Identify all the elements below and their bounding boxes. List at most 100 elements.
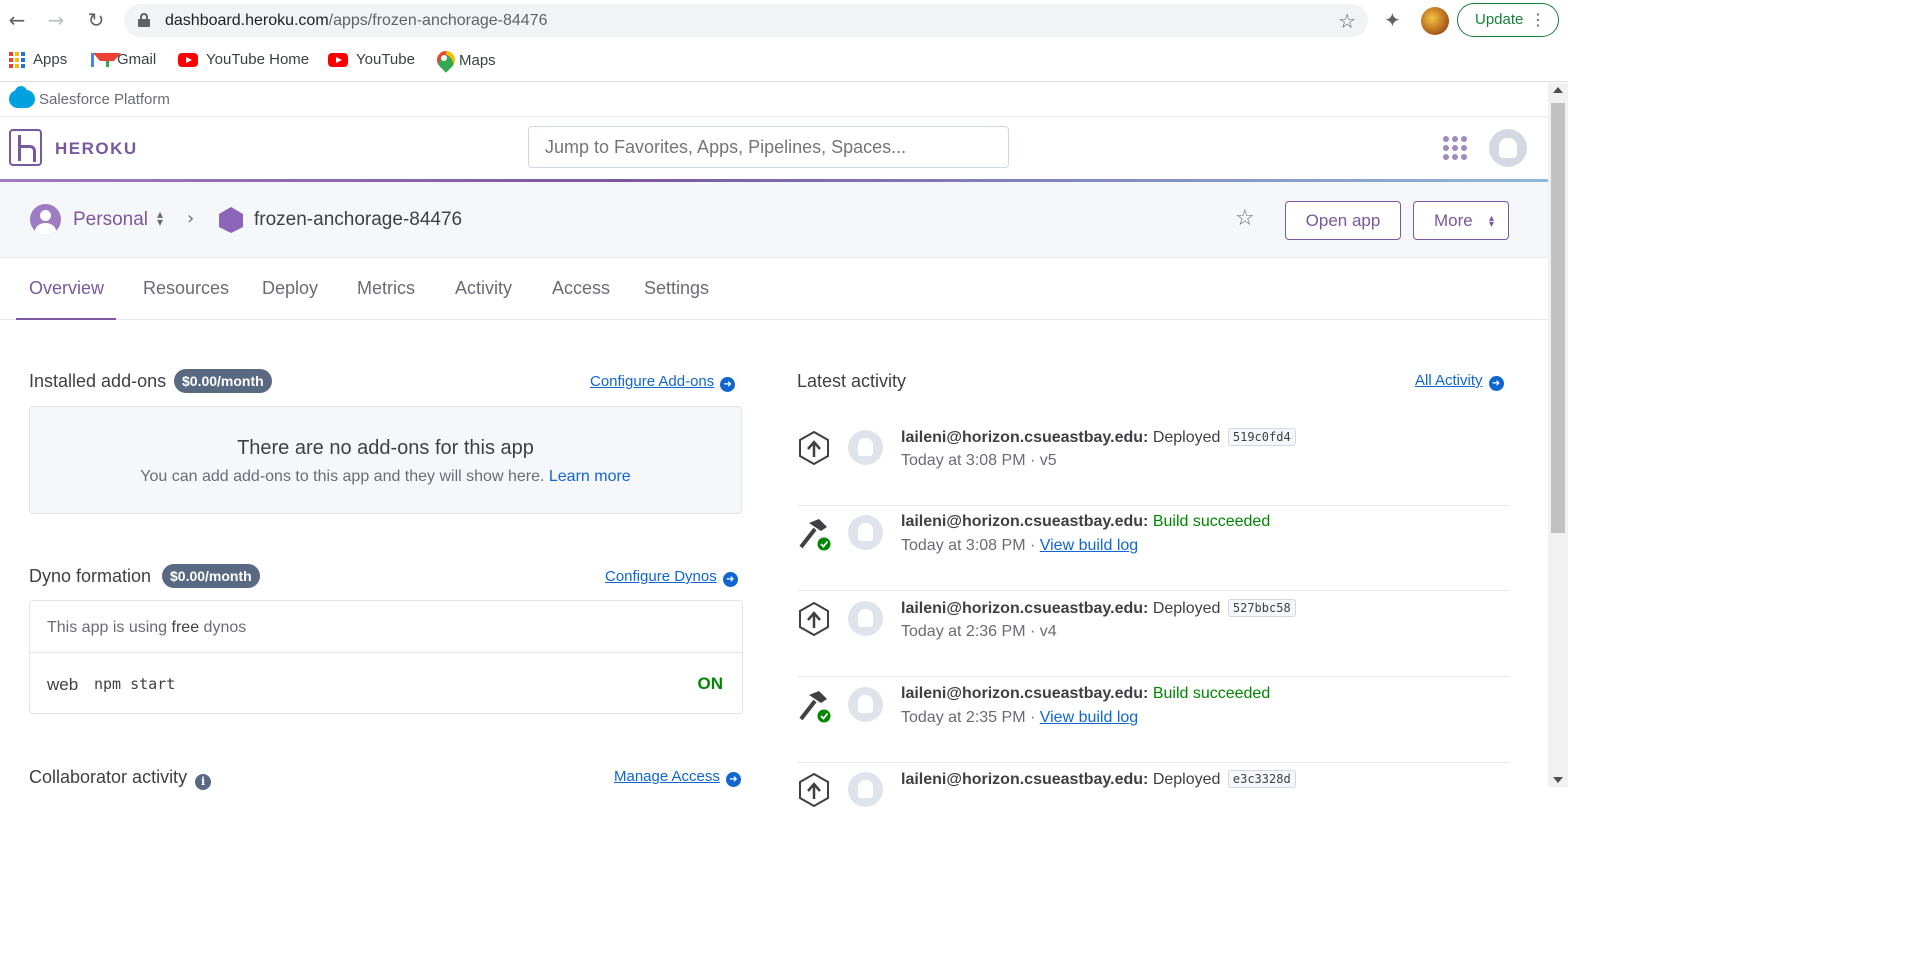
- menu-dots-icon[interactable]: ⋮: [1530, 4, 1546, 36]
- app-switcher-icon[interactable]: [1443, 136, 1467, 160]
- scroll-down-icon[interactable]: [1553, 777, 1563, 783]
- activity-user: laileni@horizon.csueastbay.edu:: [901, 429, 1149, 446]
- url-text[interactable]: dashboard.heroku.com/apps/frozen-anchora…: [165, 12, 547, 30]
- free-dynos-note: This app is using free dynos: [47, 619, 246, 637]
- reload-icon[interactable]: ↻: [84, 8, 108, 32]
- chevron-updown-icon: ▴ ▾: [1488, 213, 1494, 230]
- free-prefix: This app is using: [47, 619, 168, 636]
- salesforce-label[interactable]: Salesforce Platform: [39, 91, 170, 108]
- addons-empty-text: You can add add-ons to this app and they…: [30, 468, 741, 486]
- addons-empty-heading: There are no add-ons for this app: [237, 437, 534, 459]
- commit-hash[interactable]: 527bbc58: [1227, 599, 1296, 617]
- all-activity-link[interactable]: All Activity ➜: [1415, 372, 1504, 391]
- page-scrollbar[interactable]: [1548, 83, 1568, 787]
- build-icon: [799, 691, 831, 723]
- chevron-updown-icon[interactable]: ▴ ▾: [157, 208, 163, 228]
- bookmark-label: Apps: [33, 51, 68, 68]
- dynos-title: Dyno formation: [29, 566, 152, 586]
- global-search-input[interactable]: [528, 126, 1009, 168]
- personal-account-icon: [30, 204, 61, 235]
- bookmark-apps[interactable]: Apps: [9, 51, 67, 68]
- activity-user: laileni@horizon.csueastbay.edu:: [901, 771, 1149, 788]
- manage-access-link[interactable]: Manage Access ➜: [614, 768, 741, 787]
- activity-user: laileni@horizon.csueastbay.edu:: [901, 513, 1149, 530]
- update-button[interactable]: Update ⋮: [1457, 3, 1559, 37]
- scroll-thumb[interactable]: [1551, 103, 1565, 533]
- activity-user: laileni@horizon.csueastbay.edu:: [901, 685, 1149, 702]
- tab-overview[interactable]: Overview: [29, 278, 104, 299]
- extensions-icon[interactable]: ✦: [1384, 8, 1401, 32]
- scroll-up-icon[interactable]: [1553, 87, 1563, 93]
- activity-time-row: Today at 2:35 PM · View build log: [901, 709, 1138, 727]
- configure-addons-link[interactable]: Configure Add-ons ➜: [590, 373, 736, 392]
- divider: [30, 652, 742, 653]
- tab-settings[interactable]: Settings: [644, 278, 709, 299]
- build-icon: [799, 519, 831, 551]
- dyno-formation-panel: This app is using free dynos web npm sta…: [29, 600, 743, 714]
- bookmark-maps[interactable]: Maps: [437, 51, 496, 69]
- heroku-header: HEROKU: [0, 117, 1548, 182]
- address-bar[interactable]: dashboard.heroku.com/apps/frozen-anchora…: [124, 4, 1368, 37]
- bookmark-label: YouTube Home: [206, 51, 310, 68]
- activity-item: laileni@horizon.csueastbay.edu: Deployed…: [797, 591, 1509, 677]
- configure-dynos-label: Configure Dynos: [605, 568, 717, 585]
- activity-item: laileni@horizon.csueastbay.edu: Deployed…: [797, 762, 1509, 848]
- forward-icon[interactable]: →: [44, 8, 68, 32]
- url-path: /apps/frozen-anchorage-84476: [328, 12, 548, 29]
- activity-summary: laileni@horizon.csueastbay.edu: Deployed…: [901, 770, 1296, 789]
- activity-avatar: [848, 772, 883, 807]
- update-label: Update: [1475, 11, 1524, 28]
- open-app-button[interactable]: Open app: [1285, 201, 1401, 240]
- activity-user: laileni@horizon.csueastbay.edu:: [901, 600, 1149, 617]
- favorite-star-icon[interactable]: ☆: [1235, 206, 1255, 231]
- activity-time: Today at 3:08 PM · v5: [901, 452, 1057, 469]
- dyno-process-type: web: [47, 675, 79, 694]
- profile-avatar[interactable]: [1421, 7, 1449, 35]
- commit-hash[interactable]: e3c3328d: [1227, 770, 1296, 788]
- activity-summary: laileni@horizon.csueastbay.edu: Deployed…: [901, 428, 1296, 447]
- tab-activity[interactable]: Activity: [455, 278, 512, 299]
- bookmark-youtube-home[interactable]: YouTube Home: [178, 51, 309, 68]
- heroku-logo-icon[interactable]: [9, 129, 42, 166]
- more-label: More: [1434, 211, 1473, 230]
- app-name[interactable]: frozen-anchorage-84476: [254, 209, 462, 231]
- tab-access[interactable]: Access: [552, 278, 610, 299]
- more-button[interactable]: More ▴ ▾: [1413, 201, 1509, 240]
- maps-icon: [437, 51, 451, 69]
- manage-access-label: Manage Access: [614, 768, 720, 785]
- addons-title: Installed add-ons: [29, 371, 167, 391]
- heroku-wordmark[interactable]: HEROKU: [55, 139, 138, 159]
- activity-item: laileni@horizon.csueastbay.edu: Build su…: [797, 677, 1509, 763]
- bookmark-label: Maps: [459, 51, 496, 69]
- dyno-command: npm start: [94, 675, 176, 693]
- url-domain: dashboard.heroku.com: [165, 12, 329, 29]
- deploy-icon: [799, 430, 829, 466]
- addons-empty-description: You can add add-ons to this app and they…: [140, 468, 545, 485]
- learn-more-link[interactable]: Learn more: [549, 468, 631, 485]
- commit-hash[interactable]: 519c0fd4: [1227, 428, 1296, 446]
- activity-action: Deployed: [1152, 429, 1221, 446]
- bookmark-gmail[interactable]: Gmail: [91, 51, 156, 68]
- addons-price-badge: $0.00/month: [174, 369, 272, 393]
- user-avatar[interactable]: [1489, 129, 1527, 167]
- activity-action: Deployed: [1152, 600, 1221, 617]
- bookmark-label: YouTube: [356, 51, 415, 68]
- view-build-log-link[interactable]: View build log: [1040, 709, 1138, 726]
- back-icon[interactable]: ←: [5, 8, 29, 32]
- configure-dynos-link[interactable]: Configure Dynos ➜: [605, 568, 738, 587]
- dyno-state[interactable]: ON: [698, 674, 724, 694]
- salesforce-cloud-icon: [9, 86, 35, 108]
- tab-resources[interactable]: Resources: [143, 278, 229, 299]
- activity-time: Today at 2:35 PM ·: [901, 709, 1040, 726]
- team-selector[interactable]: Personal: [73, 209, 148, 231]
- lock-icon[interactable]: [138, 13, 150, 27]
- tab-metrics[interactable]: Metrics: [357, 278, 415, 299]
- tab-deploy[interactable]: Deploy: [262, 278, 318, 299]
- activity-time: Today at 3:08 PM ·: [901, 537, 1040, 554]
- activity-summary: laileni@horizon.csueastbay.edu: Deployed…: [901, 599, 1296, 618]
- view-build-log-link[interactable]: View build log: [1040, 537, 1138, 554]
- youtube-icon: [328, 52, 348, 67]
- info-icon[interactable]: i: [195, 774, 212, 790]
- bookmark-star-icon[interactable]: ☆: [1338, 9, 1356, 33]
- bookmark-youtube[interactable]: YouTube: [328, 51, 415, 68]
